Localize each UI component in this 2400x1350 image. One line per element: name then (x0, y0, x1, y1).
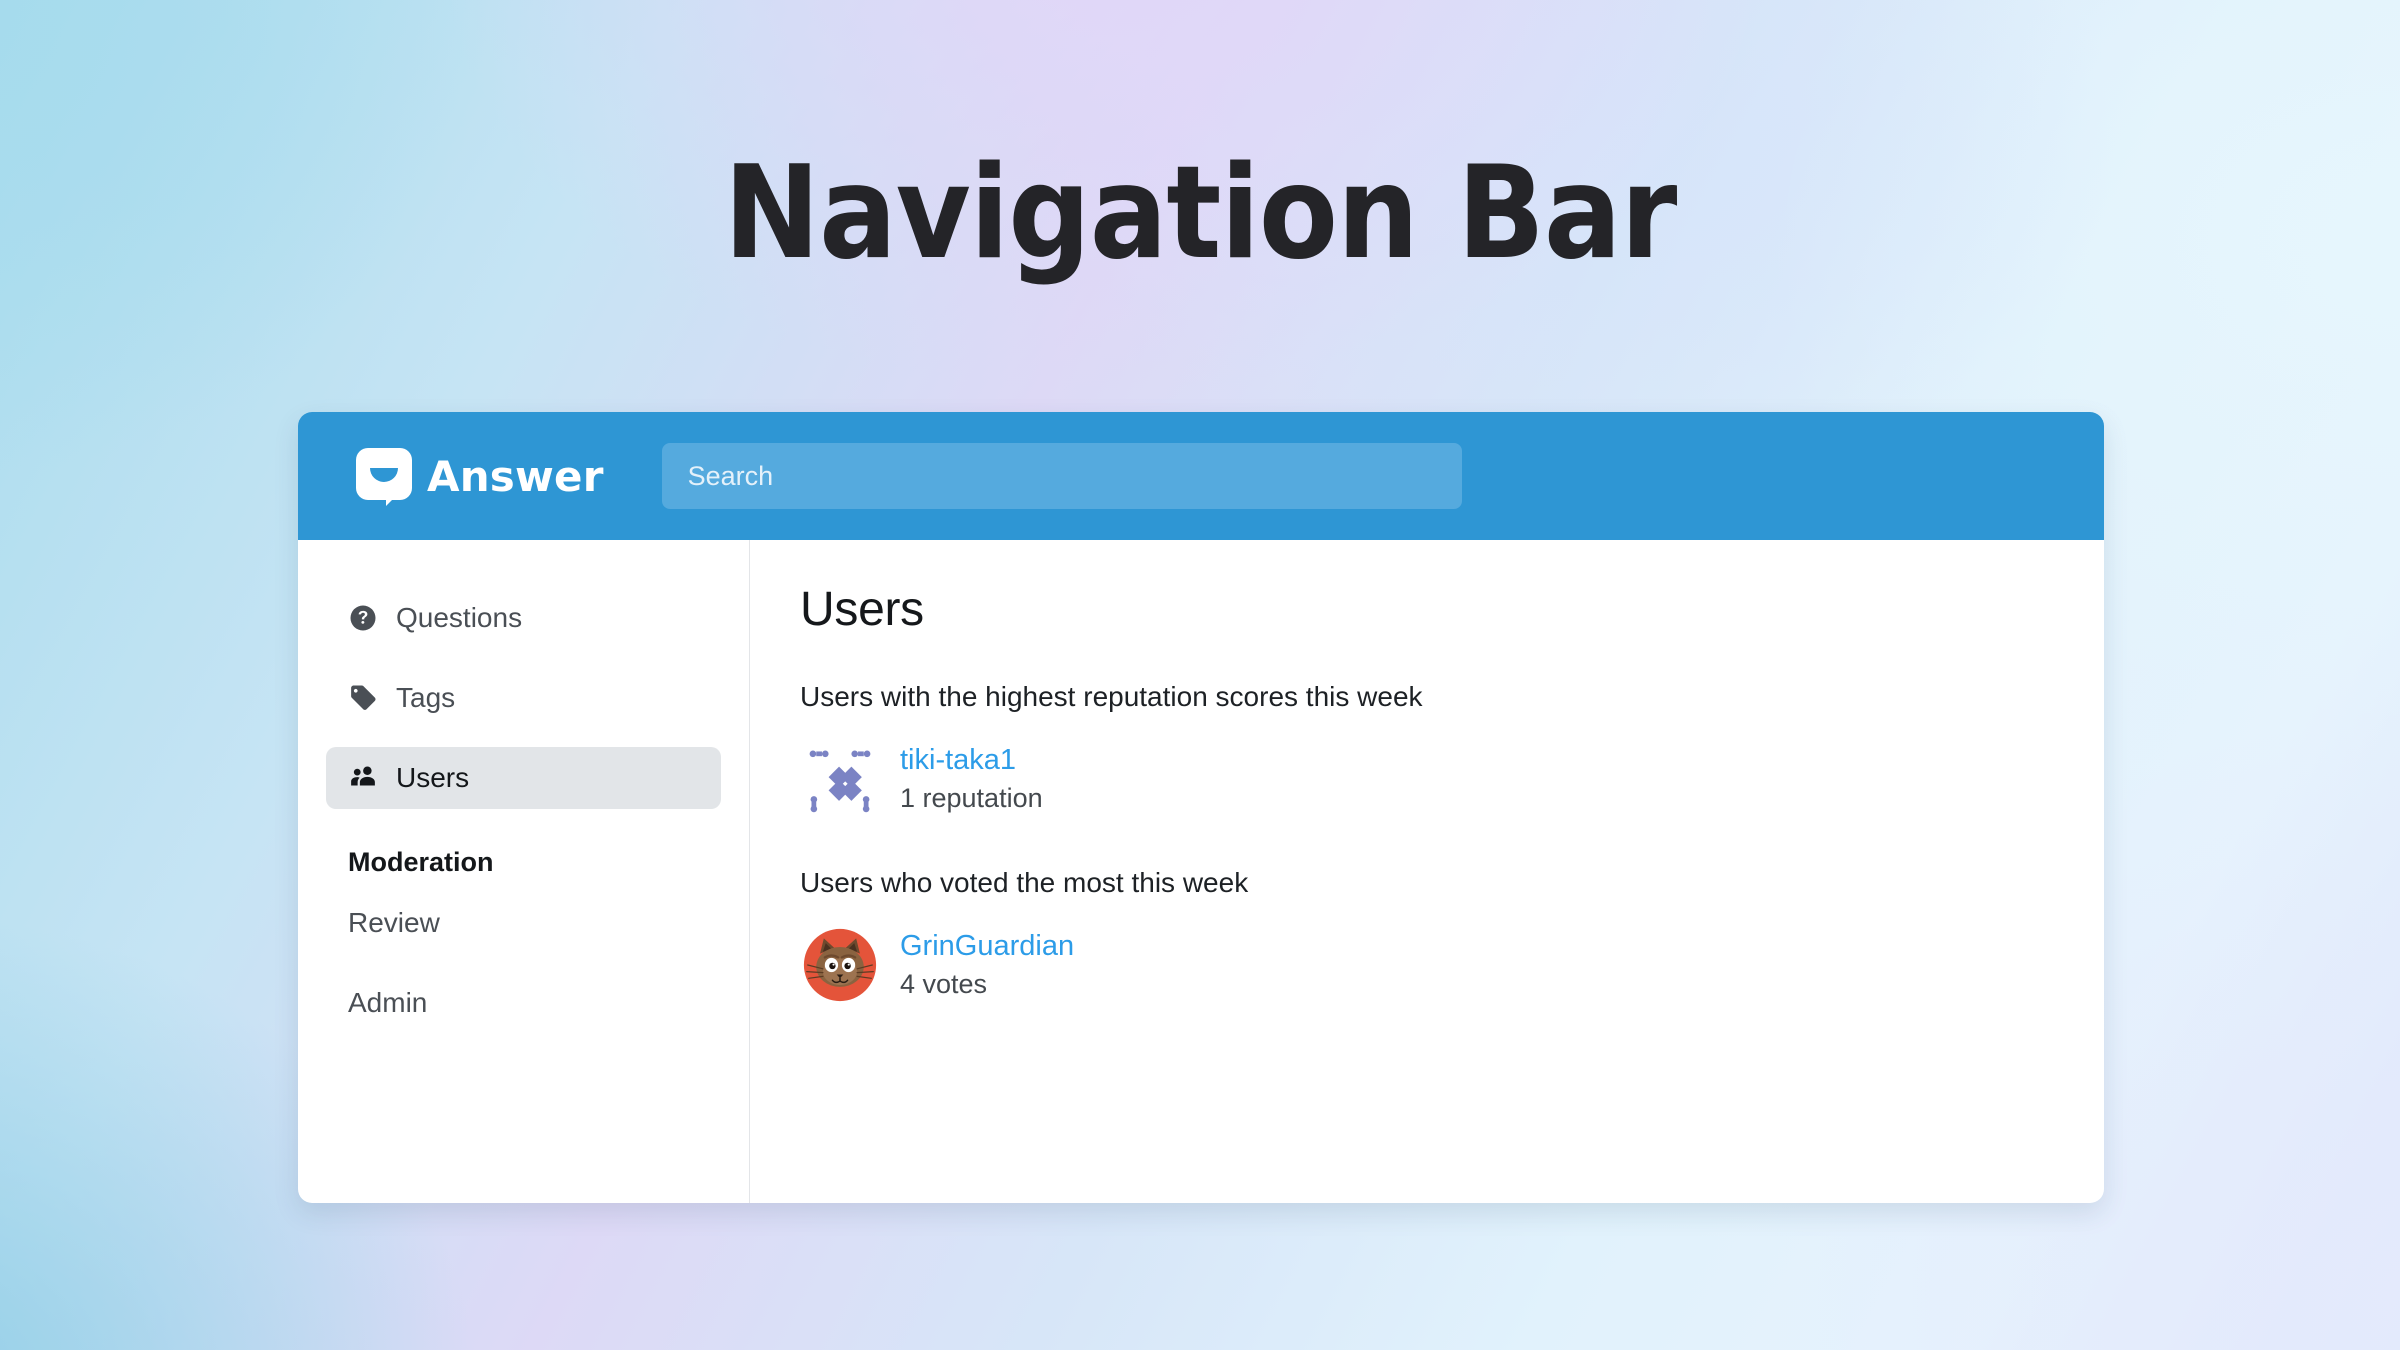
user-row: tiki-taka1 1 reputation (802, 741, 2048, 817)
sidebar-nav: Questions Tags Users Moderation Review A… (298, 540, 750, 1203)
user-meta: tiki-taka1 1 reputation (900, 744, 1043, 814)
user-name-link[interactable]: tiki-taka1 (900, 744, 1043, 777)
brand-logo-link[interactable]: Answer (356, 448, 604, 506)
user-row: GrinGuardian 4 votes (802, 927, 2048, 1003)
sidebar-item-users[interactable]: Users (326, 747, 721, 809)
page-heading: Users (800, 583, 924, 636)
question-circle-icon (348, 603, 378, 633)
users-icon (348, 763, 378, 793)
search-input[interactable] (661, 443, 1462, 509)
user-name-link[interactable]: GrinGuardian (900, 930, 1074, 963)
page-title: Navigation Bar (723, 139, 1678, 288)
app-header-bar: Answer (298, 412, 2104, 540)
user-stat: 1 reputation (900, 783, 1043, 814)
app-body: Questions Tags Users Moderation Review A… (298, 540, 2104, 1203)
tag-icon (348, 683, 378, 713)
sidebar-item-tags[interactable]: Tags (326, 667, 721, 729)
sidebar-item-review[interactable]: Review (326, 894, 721, 952)
cat-face-avatar[interactable] (802, 927, 878, 1003)
sidebar-item-questions[interactable]: Questions (326, 587, 721, 649)
sidebar-item-admin[interactable]: Admin (326, 974, 721, 1032)
section-caption-votes: Users who voted the most this week (800, 867, 1249, 898)
brand-name: Answer (427, 451, 604, 501)
main-content: Users Users with the highest reputation … (750, 540, 2104, 1203)
sidebar-item-label: Users (396, 762, 470, 793)
sidebar-item-label: Tags (396, 682, 456, 713)
sidebar-item-label: Questions (396, 602, 523, 633)
user-stat: 4 votes (900, 969, 988, 1000)
section-caption-reputation: Users with the highest reputation scores… (800, 681, 1423, 712)
speech-bubble-smile-icon (356, 448, 412, 506)
app-window-card: Answer Questions (298, 412, 2104, 1203)
sidebar-section-title: Moderation (348, 847, 494, 877)
identicon-avatar[interactable] (802, 741, 878, 817)
user-meta: GrinGuardian 4 votes (900, 930, 1074, 1000)
